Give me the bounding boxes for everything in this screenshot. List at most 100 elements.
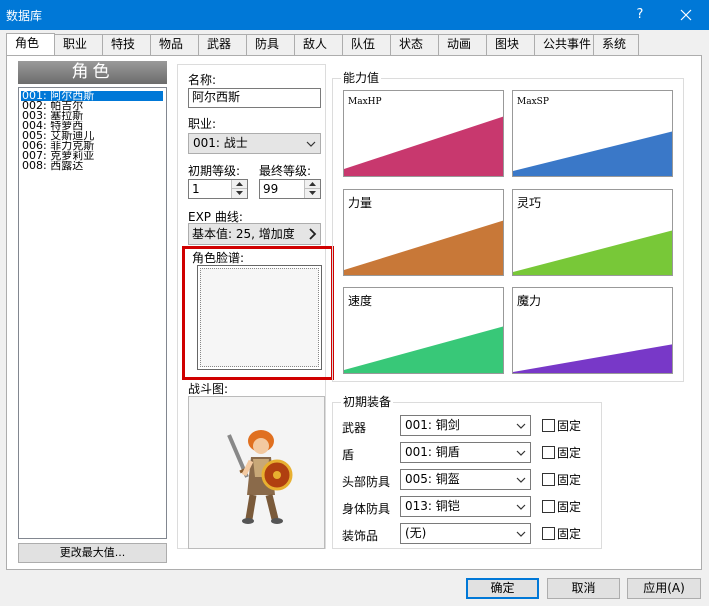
stat-graph-dexterity[interactable]: 灵巧: [512, 189, 673, 276]
fixed-label: 固定: [557, 446, 582, 460]
tab-tilesets[interactable]: 图块: [486, 34, 535, 55]
stat-graph-maxhp[interactable]: MaxHP: [343, 90, 504, 177]
equip-select-weapon[interactable]: 001: 铜剑: [400, 415, 531, 436]
actor-list-item[interactable]: 008: 西露达: [21, 161, 166, 171]
stat-graph-agility[interactable]: 速度: [343, 287, 504, 374]
stat-graph-intelligence[interactable]: 魔力: [512, 287, 673, 374]
tab-enemies[interactable]: 敌人: [294, 34, 343, 55]
equip-value-weapon: 001: 铜剑: [405, 418, 460, 432]
stats-group: 能力值 MaxHP MaxSP 力量 灵巧 速度 魔力: [332, 71, 684, 382]
chevron-right-icon: [309, 228, 317, 240]
equip-label-accessory: 装饰品: [342, 529, 379, 543]
equip-select-shield[interactable]: 001: 铜盾: [400, 442, 531, 463]
equip-select-helmet[interactable]: 005: 铜盔: [400, 469, 531, 490]
window-title: 数据库: [6, 9, 43, 23]
stat-graph-maxsp[interactable]: MaxSP: [512, 90, 673, 177]
spin-up-button[interactable]: [305, 180, 320, 189]
tab-classes[interactable]: 职业: [54, 34, 103, 55]
help-button[interactable]: ?: [617, 0, 663, 30]
tab-skills[interactable]: 特技: [102, 34, 151, 55]
fixed-label: 固定: [557, 527, 582, 541]
actor-list-item[interactable]: 004: 特萝西: [21, 121, 166, 131]
equipment-group: 初期装备 武器 001: 铜剑 固定 盾 001: 铜盾 固定 头部防具 005…: [332, 395, 602, 549]
tab-system[interactable]: 系统: [593, 34, 639, 55]
stat-label-strength: 力量: [348, 196, 373, 210]
apply-button[interactable]: 应用(A): [627, 578, 701, 599]
actor-list-header: 角色: [18, 61, 167, 84]
stat-label-intelligence: 魔力: [517, 294, 542, 308]
checkbox-icon: [542, 527, 555, 540]
final-level-spinner[interactable]: 99: [259, 179, 321, 199]
tab-items[interactable]: 物品: [150, 34, 199, 55]
actor-list-item[interactable]: 002: 帕吉尔: [21, 101, 166, 111]
spin-up-button[interactable]: [232, 180, 247, 189]
equip-select-body-armor[interactable]: 013: 铜铠: [400, 496, 531, 517]
actor-list[interactable]: 001: 阿尔西斯 002: 帕吉尔 003: 塞拉斯 004: 特萝西 005…: [18, 87, 167, 539]
actor-list-item[interactable]: 007: 克萝莉亚: [21, 151, 166, 161]
arrow-up-icon: [309, 182, 316, 186]
battler-graphic-box[interactable]: [188, 396, 325, 549]
equip-select-accessory[interactable]: (无): [400, 523, 531, 544]
checkbox-icon: [542, 473, 555, 486]
spin-down-button[interactable]: [232, 189, 247, 198]
face-graphic-box[interactable]: [197, 265, 322, 370]
stat-graph-strength[interactable]: 力量: [343, 189, 504, 276]
tab-animations[interactable]: 动画: [438, 34, 487, 55]
fixed-checkbox-accessory[interactable]: 固定: [542, 527, 581, 541]
exp-curve-value: 基本值: 25, 增加度: [192, 227, 295, 241]
stats-group-title: 能力值: [341, 71, 382, 85]
fixed-checkbox-weapon[interactable]: 固定: [542, 419, 581, 433]
battler-label: 战斗图:: [188, 382, 229, 396]
class-select-value: 001: 战士: [193, 136, 248, 150]
equip-value-body-armor: 013: 铜铠: [405, 499, 460, 513]
cancel-button[interactable]: 取消: [547, 578, 620, 599]
fixed-checkbox-shield[interactable]: 固定: [542, 446, 581, 460]
tab-actors[interactable]: 角色: [6, 33, 55, 55]
stat-label-dexterity: 灵巧: [517, 196, 542, 210]
equip-label-weapon: 武器: [342, 421, 367, 435]
actor-list-item[interactable]: 001: 阿尔西斯: [21, 91, 163, 101]
tab-weapons[interactable]: 武器: [198, 34, 247, 55]
stat-label-maxhp: MaxHP: [348, 97, 382, 107]
fixed-label: 固定: [557, 419, 582, 433]
equip-value-shield: 001: 铜盾: [405, 445, 460, 459]
fixed-checkbox-helmet[interactable]: 固定: [542, 473, 581, 487]
actor-list-item[interactable]: 003: 塞拉斯: [21, 111, 166, 121]
final-level-label: 最终等级:: [259, 164, 312, 178]
chevron-down-icon: [306, 141, 316, 147]
class-select[interactable]: 001: 战士: [188, 133, 321, 154]
equip-label-shield: 盾: [342, 448, 355, 462]
change-max-button[interactable]: 更改最大值...: [18, 543, 167, 563]
equip-value-accessory: (无): [405, 526, 427, 540]
name-input[interactable]: 阿尔西斯: [188, 88, 321, 108]
final-level-value: 99: [263, 182, 279, 196]
face-graphic-highlight: 角色脸谱:: [182, 246, 334, 380]
actor-panel: 角色 001: 阿尔西斯 002: 帕吉尔 003: 塞拉斯 004: 特萝西 …: [6, 55, 702, 570]
face-graphic-label: 角色脸谱:: [192, 251, 245, 265]
arrow-up-icon: [236, 182, 243, 186]
fixed-label: 固定: [557, 500, 582, 514]
initial-level-spinner[interactable]: 1: [188, 179, 248, 199]
exp-curve-button[interactable]: 基本值: 25, 增加度: [188, 223, 321, 245]
equipment-group-title: 初期装备: [341, 395, 394, 409]
chevron-down-icon: [516, 531, 526, 537]
initial-level-label: 初期等级:: [188, 164, 241, 178]
checkbox-icon: [542, 500, 555, 513]
warrior-sprite-icon: [227, 430, 293, 524]
spin-down-button[interactable]: [305, 189, 320, 198]
actor-list-item[interactable]: 006: 菲力克斯: [21, 141, 166, 151]
name-label: 名称:: [188, 73, 217, 87]
class-label: 职业:: [188, 117, 217, 131]
equip-value-helmet: 005: 铜盔: [405, 472, 460, 486]
fixed-checkbox-body-armor[interactable]: 固定: [542, 500, 581, 514]
close-button[interactable]: [663, 0, 709, 30]
chevron-down-icon: [516, 477, 526, 483]
tab-armors[interactable]: 防具: [246, 34, 295, 55]
stat-label-maxsp: MaxSP: [517, 97, 549, 107]
tab-troops[interactable]: 队伍: [342, 34, 391, 55]
actor-list-item[interactable]: 005: 艾斯迪儿: [21, 131, 166, 141]
ok-button[interactable]: 确定: [466, 578, 539, 599]
equip-label-helmet: 头部防具: [342, 475, 391, 489]
tab-states[interactable]: 状态: [390, 34, 439, 55]
tab-common-events[interactable]: 公共事件: [534, 34, 594, 55]
